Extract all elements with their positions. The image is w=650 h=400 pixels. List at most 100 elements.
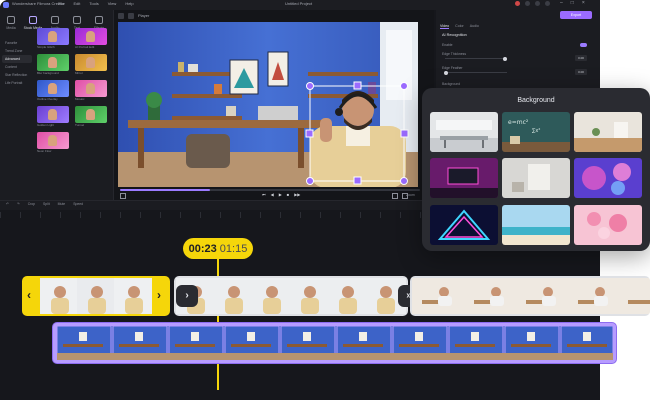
enable-label: Enable bbox=[442, 43, 453, 47]
effect-card[interactable]: Neon Flow bbox=[37, 132, 71, 154]
section-title: AI Recognition bbox=[442, 33, 467, 37]
preview-seekbar[interactable] bbox=[120, 189, 420, 191]
effect-card[interactable]: Tunnel bbox=[75, 106, 109, 128]
grid-icon[interactable] bbox=[118, 13, 124, 19]
tab-color[interactable]: Color bbox=[455, 24, 464, 29]
bg-neon-triangle[interactable] bbox=[430, 205, 498, 245]
crop-button[interactable]: Crop bbox=[28, 202, 35, 206]
clip-prev-button[interactable]: › bbox=[176, 285, 198, 307]
split-button[interactable]: Split bbox=[43, 202, 50, 206]
bg-office-room[interactable] bbox=[430, 112, 498, 152]
effects-icon bbox=[95, 16, 103, 24]
category-item[interactable]: Content bbox=[2, 63, 32, 71]
clip-frames bbox=[412, 278, 650, 314]
account-icon[interactable] bbox=[525, 1, 530, 6]
stop-button[interactable]: ■ bbox=[287, 192, 289, 197]
property-tabs: Video Color Audio bbox=[440, 24, 479, 29]
play-button[interactable]: ▶ bbox=[279, 192, 282, 197]
white-desk-thumbnail bbox=[574, 112, 642, 152]
menu-item-view[interactable]: View bbox=[108, 1, 117, 6]
svg-text:e=mc²: e=mc² bbox=[508, 119, 529, 126]
snapshot-icon[interactable] bbox=[128, 13, 134, 19]
marker-icon[interactable] bbox=[120, 193, 126, 199]
effect-card[interactable]: Blur background bbox=[37, 54, 71, 76]
app-name: Wondershare Filmora Creator bbox=[12, 1, 65, 6]
selected-video-clip[interactable]: ‹ › bbox=[22, 276, 170, 316]
background-track-clip[interactable] bbox=[52, 322, 617, 364]
project-title: Untitled Project bbox=[285, 1, 313, 6]
current-time: 00:23 bbox=[188, 242, 217, 255]
effect-card[interactable]: Mosaic bbox=[75, 80, 109, 102]
notification-icon[interactable] bbox=[545, 1, 550, 6]
edge-feather-slider[interactable] bbox=[444, 70, 507, 75]
video-clip-2[interactable] bbox=[410, 276, 650, 316]
menu-item-edit[interactable]: Edit bbox=[73, 1, 80, 6]
bg-neon-room[interactable] bbox=[430, 158, 498, 198]
edge-thickness-slider[interactable] bbox=[445, 56, 507, 61]
bg-beach[interactable] bbox=[502, 205, 570, 245]
minimize-icon[interactable]: – bbox=[560, 0, 563, 6]
step-forward-button[interactable]: ▶▶ bbox=[294, 192, 300, 197]
bg-pink-space[interactable] bbox=[574, 158, 642, 198]
tab-video[interactable]: Video bbox=[440, 24, 450, 29]
category-item-active[interactable]: Advanced bbox=[2, 55, 32, 63]
clip-trim-right-handle[interactable]: › bbox=[157, 288, 161, 302]
effects-grid: Simple Glitch AI Portrait Edit Blur back… bbox=[37, 28, 111, 154]
neon-room-thumbnail bbox=[430, 158, 498, 198]
category-item[interactable]: Favorite bbox=[2, 39, 32, 47]
effect-thumbnail bbox=[37, 106, 69, 123]
video-canvas[interactable] bbox=[118, 22, 418, 187]
video-clip[interactable] bbox=[174, 276, 408, 316]
effect-card[interactable]: Golden Light bbox=[37, 106, 71, 128]
redo-button[interactable]: ↷ bbox=[17, 202, 20, 206]
effect-card[interactable]: Mirror bbox=[75, 54, 109, 76]
effect-thumbnail bbox=[37, 28, 69, 45]
media-icon bbox=[7, 16, 15, 24]
bg-white-studio[interactable] bbox=[502, 158, 570, 198]
mute-button[interactable]: Mute bbox=[58, 202, 66, 206]
clip-thumbnails bbox=[40, 278, 152, 314]
skip-back-button[interactable]: ⏮ bbox=[262, 192, 266, 197]
transport-buttons: ⏮ ◀ ▶ ■ ▶▶ bbox=[262, 192, 300, 197]
background-frames bbox=[57, 326, 613, 360]
bg-white-desk[interactable] bbox=[574, 112, 642, 152]
speed-button[interactable]: Speed bbox=[73, 202, 83, 206]
edge-thickness-value[interactable]: 0.00 bbox=[575, 55, 587, 61]
total-time: 01:15 bbox=[219, 242, 248, 255]
effect-card[interactable]: AI Portrait Edit bbox=[75, 28, 109, 50]
effect-name: Mirror bbox=[75, 71, 83, 75]
effect-card[interactable]: Simple Glitch bbox=[37, 28, 71, 50]
close-icon[interactable]: × bbox=[582, 0, 585, 6]
category-item[interactable]: Trend Zone bbox=[2, 47, 32, 55]
effect-thumbnail bbox=[75, 28, 107, 45]
effect-name: Neon Flow bbox=[37, 149, 52, 153]
tool-buttons: ↶ ↷ Crop Split Mute Speed bbox=[6, 202, 83, 206]
zoom-select[interactable]: Zoom bbox=[406, 193, 415, 197]
edge-feather-value[interactable]: 0.00 bbox=[575, 69, 587, 75]
playback-controls: ⏮ ◀ ▶ ■ ▶▶ Zoom bbox=[114, 187, 434, 200]
preview-header: Player bbox=[114, 10, 434, 22]
cloud-icon[interactable] bbox=[535, 1, 540, 6]
menu-item-tools[interactable]: Tools bbox=[89, 1, 98, 6]
edge-thickness-label: Edge Thickness bbox=[442, 52, 467, 56]
bg-chalkboard[interactable]: e=mc² ∑x² bbox=[502, 112, 570, 152]
video-frame bbox=[118, 22, 418, 187]
tab-media[interactable]: Media bbox=[0, 10, 22, 36]
app-logo-icon bbox=[3, 2, 9, 8]
tab-audio-props[interactable]: Audio bbox=[470, 24, 479, 29]
effect-card[interactable]: Outline Overlay bbox=[37, 80, 71, 102]
menu-item-file[interactable]: File bbox=[58, 1, 64, 6]
menu-item-help[interactable]: Help bbox=[125, 1, 133, 6]
category-item[interactable]: Life Portrait bbox=[2, 79, 32, 87]
screenshot-icon[interactable] bbox=[392, 193, 398, 199]
step-back-button[interactable]: ◀ bbox=[271, 192, 274, 197]
bg-pink-balloons[interactable] bbox=[574, 205, 642, 245]
clip-trim-left-handle[interactable]: ‹ bbox=[27, 288, 31, 302]
category-item[interactable]: Star Reflection bbox=[2, 71, 32, 79]
maximize-icon[interactable]: □ bbox=[571, 0, 574, 6]
undo-button[interactable]: ↶ bbox=[6, 202, 9, 206]
record-icon[interactable] bbox=[515, 1, 520, 6]
export-button[interactable]: Export bbox=[560, 11, 592, 19]
background-title: Background bbox=[517, 97, 555, 104]
enable-toggle[interactable] bbox=[580, 43, 587, 47]
